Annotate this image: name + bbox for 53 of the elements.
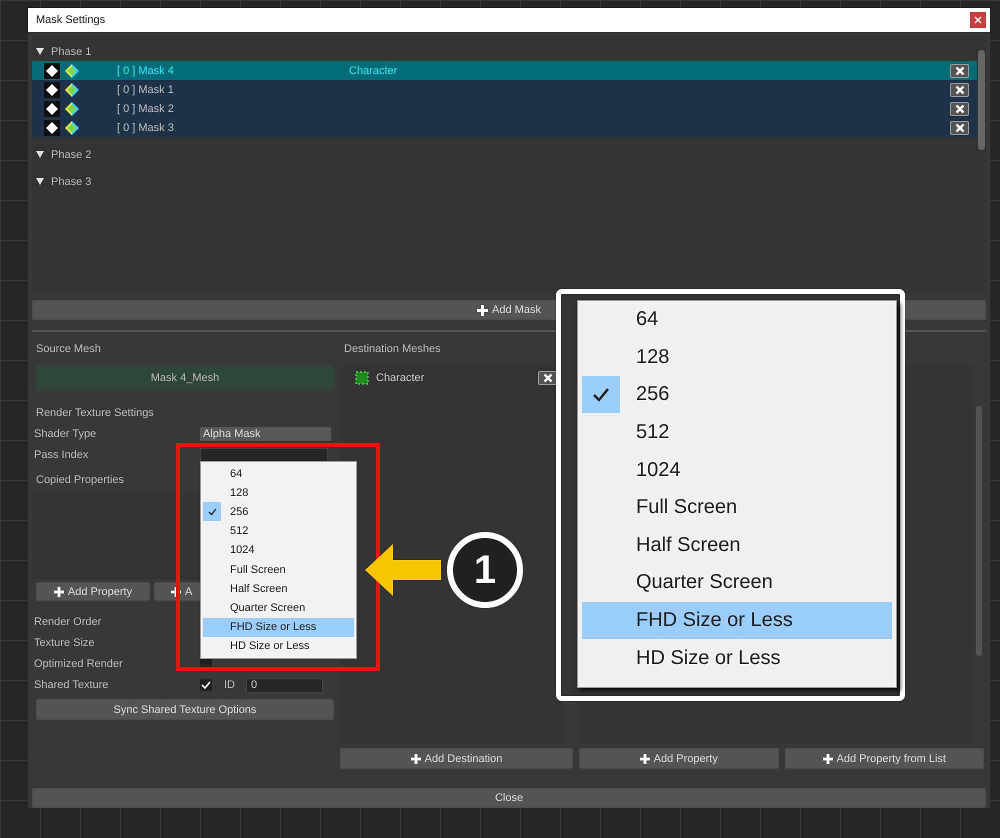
phase-label[interactable]: Phase 3 [51,176,92,188]
section-title: Source Mesh [36,343,101,355]
menu-item[interactable]: HD Size or Less [201,636,356,656]
menu-item[interactable]: Half Screen [582,526,892,564]
menu-item[interactable]: 64 [201,464,356,484]
source-mesh-button[interactable]: Mask 4_Mesh [36,366,334,390]
mask-row[interactable]: [ 0 ] Mask 2 [32,99,977,118]
add-property-button[interactable]: Add Property [579,748,778,769]
section-title: Copied Properties [36,474,124,486]
mask-row[interactable]: [ 0 ] Mask 1 [32,80,977,99]
menu-item[interactable]: Quarter Screen [582,564,892,602]
field-label: Render Order [34,616,102,628]
add-destination-button[interactable]: Add Destination [340,748,573,769]
field-label: Optimized Render [34,658,124,670]
menu-item[interactable]: HD Size or Less [582,639,892,677]
menu-item[interactable]: 512 [201,522,356,541]
menu-item[interactable]: 1024 [201,540,356,560]
mask-target: Character [349,64,398,76]
id-field[interactable]: 0 [246,678,323,692]
section-title: Destination Meshes [344,343,441,355]
mask-row[interactable]: [ 0 ] Mask 3 [32,118,977,137]
menu-item[interactable]: FHD Size or Less [582,602,892,640]
menu-item[interactable]: 128 [201,483,356,502]
menu-item[interactable]: FHD Size or Less [203,618,354,637]
phase-label[interactable]: Phase 1 [51,46,92,58]
mask-row[interactable]: [ 0 ] Mask 4 Character [32,61,977,80]
mask-name: [ 0 ] Mask 2 [117,102,175,114]
window-title: Mask Settings [36,14,106,26]
menu-item[interactable]: Full Screen [201,560,356,580]
sync-button[interactable]: Sync Shared Texture Options [36,699,334,720]
field-label: Shader Type [34,428,98,440]
shader-type-dropdown[interactable]: Alpha Mask [200,427,331,441]
destination-name[interactable]: Character [376,372,424,384]
mask-name: [ 0 ] Mask 4 [117,64,175,76]
field-label: ID [224,679,236,691]
menu-item[interactable]: 1024 [582,451,892,489]
menu-item[interactable]: 256 [582,376,892,414]
mask-name: [ 0 ] Mask 1 [117,84,175,96]
menu-item[interactable]: Quarter Screen [201,598,356,618]
field-label: Shared Texture [34,679,110,691]
menu-item[interactable]: Half Screen [201,579,356,598]
add-property-button[interactable]: Add Property from List [784,748,984,769]
field-label: Texture Size [34,637,96,649]
field-label: Pass Index [34,449,90,461]
add-property-button[interactable]: Add Property [36,582,150,601]
menu-item[interactable]: Full Screen [582,488,892,527]
phase-label[interactable]: Phase 2 [51,148,92,160]
mask-name: [ 0 ] Mask 3 [117,122,175,134]
menu-item[interactable]: 256 [201,502,356,522]
menu-item[interactable]: 512 [582,414,892,452]
section-title: Render Texture Settings [36,407,154,419]
menu-item[interactable]: 128 [582,338,892,376]
close-button[interactable]: Close [32,788,986,808]
